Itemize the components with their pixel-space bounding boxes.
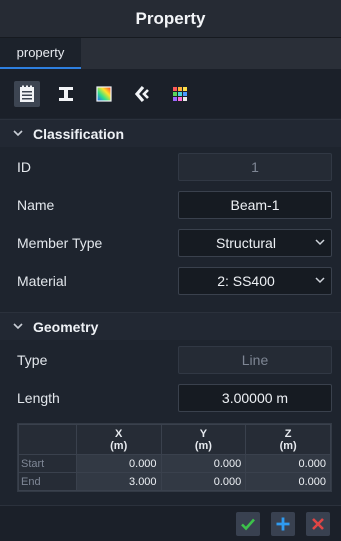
color-map-button[interactable] bbox=[91, 81, 117, 107]
end-x-cell[interactable]: 3.000 bbox=[75, 472, 162, 491]
chevron-down-icon bbox=[13, 321, 27, 333]
name-field[interactable]: Beam-1 bbox=[178, 191, 332, 219]
end-z-cell[interactable]: 0.000 bbox=[245, 472, 331, 491]
toolbar bbox=[0, 69, 341, 118]
palette-grid-icon bbox=[173, 87, 187, 101]
color-map-icon bbox=[96, 86, 112, 102]
confirm-icon bbox=[241, 518, 255, 531]
member-type-value: Structural bbox=[216, 235, 276, 251]
section-profile-icon bbox=[59, 87, 73, 101]
start-y-cell[interactable]: 0.000 bbox=[160, 454, 247, 473]
geometry-title: Geometry bbox=[33, 318, 99, 335]
property-list-icon bbox=[20, 85, 34, 102]
section-profile-button[interactable] bbox=[53, 81, 79, 107]
column-unit: (m) bbox=[279, 439, 297, 452]
row-label-start: Start bbox=[18, 454, 77, 473]
member-type-label: Member Type bbox=[17, 235, 103, 251]
connection-button[interactable] bbox=[129, 81, 155, 107]
column-header-x: X (m) bbox=[75, 424, 162, 455]
length-label: Length bbox=[17, 390, 60, 406]
geometry-header[interactable]: Geometry bbox=[0, 312, 341, 340]
id-row: ID 1 bbox=[0, 148, 341, 186]
classification-title: Classification bbox=[33, 125, 125, 142]
column-header-z: Z (m) bbox=[245, 424, 331, 455]
length-row: Length 3.00000 m bbox=[0, 379, 341, 417]
add-icon bbox=[276, 517, 290, 531]
type-row: Type Line bbox=[0, 341, 341, 379]
property-list-button[interactable] bbox=[14, 81, 40, 107]
connection-icon bbox=[134, 85, 149, 103]
classification-header[interactable]: Classification bbox=[0, 119, 341, 147]
member-type-select[interactable]: Structural bbox=[178, 229, 332, 257]
table-corner bbox=[18, 424, 77, 455]
table-row: Start 0.000 0.000 0.000 bbox=[18, 454, 331, 473]
close-button[interactable] bbox=[306, 512, 330, 536]
close-icon bbox=[312, 518, 324, 530]
name-row: Name Beam-1 bbox=[0, 186, 341, 224]
table-row: End 3.000 0.000 0.000 bbox=[18, 472, 331, 491]
type-label: Type bbox=[17, 352, 48, 368]
id-label: ID bbox=[17, 159, 31, 175]
coordinates-table: X (m) Y (m) Z (m) Start 0.000 0.000 0.000 E… bbox=[17, 423, 332, 492]
type-field: Line bbox=[178, 346, 332, 374]
chevron-down-icon bbox=[309, 275, 331, 287]
column-unit: (m) bbox=[110, 439, 128, 452]
table-header-row: X (m) Y (m) Z (m) bbox=[18, 424, 331, 455]
column-axis: Y bbox=[199, 427, 208, 440]
tab-bar: property bbox=[0, 38, 341, 69]
length-field[interactable]: 3.00000 m bbox=[178, 384, 332, 412]
start-x-cell[interactable]: 0.000 bbox=[75, 454, 162, 473]
material-select[interactable]: 2: SS400 bbox=[178, 267, 332, 295]
chevron-down-icon bbox=[13, 128, 27, 140]
add-button[interactable] bbox=[271, 512, 295, 536]
start-z-cell[interactable]: 0.000 bbox=[245, 454, 331, 473]
material-value: 2: SS400 bbox=[217, 273, 275, 289]
confirm-button[interactable] bbox=[236, 512, 260, 536]
row-label-end: End bbox=[18, 472, 77, 491]
palette-grid-button[interactable] bbox=[167, 81, 193, 107]
member-type-row: Member Type Structural bbox=[0, 224, 341, 262]
chevron-down-icon bbox=[309, 237, 331, 249]
tab-property[interactable]: property bbox=[0, 38, 81, 69]
column-unit: (m) bbox=[194, 439, 212, 452]
column-axis: X bbox=[115, 427, 123, 440]
column-axis: Z bbox=[284, 427, 292, 440]
name-label: Name bbox=[17, 197, 55, 213]
column-header-y: Y (m) bbox=[160, 424, 247, 455]
material-row: Material 2: SS400 bbox=[0, 262, 341, 300]
window-title: Property bbox=[135, 8, 206, 28]
end-y-cell[interactable]: 0.000 bbox=[160, 472, 247, 491]
material-label: Material bbox=[17, 273, 67, 289]
title-bar: Property bbox=[0, 0, 341, 38]
footer-bar bbox=[0, 505, 341, 541]
id-field: 1 bbox=[178, 153, 332, 181]
